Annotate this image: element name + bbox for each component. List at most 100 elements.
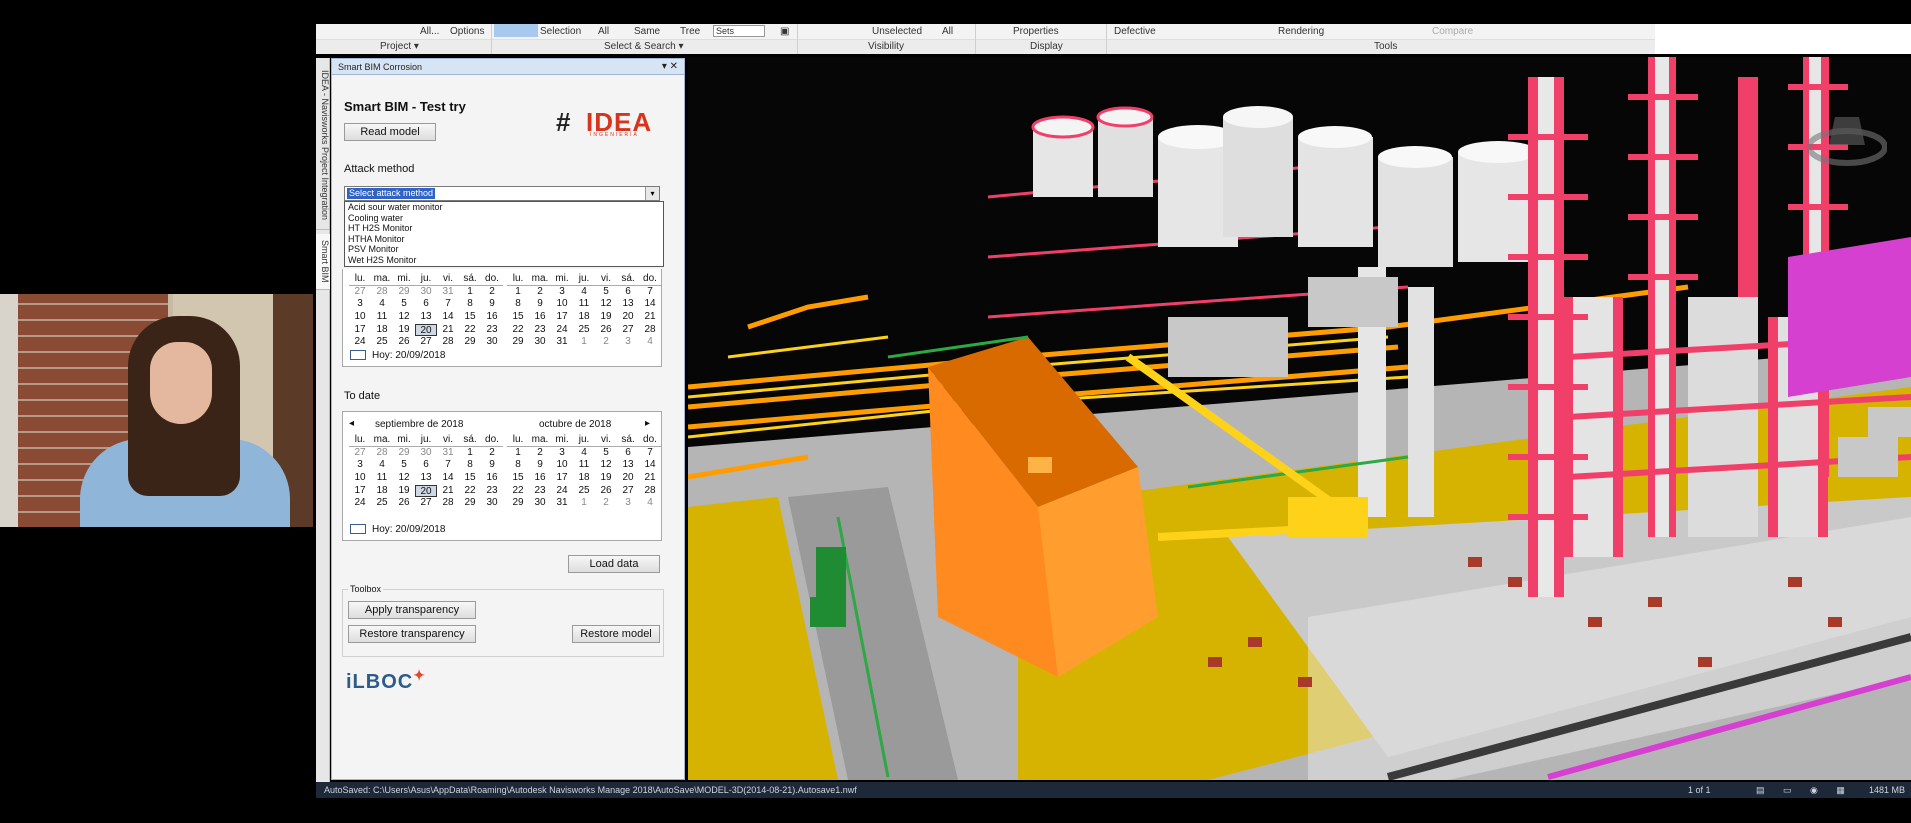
calendar-day[interactable]: 29 xyxy=(507,336,529,349)
calendar-day[interactable]: 2 xyxy=(481,447,503,460)
calendar-day[interactable]: 18 xyxy=(371,324,393,337)
calendar-day[interactable]: 11 xyxy=(371,472,393,485)
calendar-day[interactable]: 9 xyxy=(481,298,503,311)
ribbon-selection-button[interactable]: Selection xyxy=(540,26,581,37)
ribbon-rendering-button[interactable]: Rendering xyxy=(1278,26,1324,37)
calendar-day[interactable]: 16 xyxy=(481,311,503,324)
viewcube-icon[interactable] xyxy=(1807,97,1887,177)
load-data-button[interactable]: Load data xyxy=(568,555,660,573)
calendar-day[interactable]: 12 xyxy=(393,472,415,485)
calendar-day[interactable]: 1 xyxy=(573,336,595,349)
calendar-day[interactable]: 23 xyxy=(481,485,503,498)
panel-window-controls[interactable]: ▾ ✕ xyxy=(662,61,678,72)
tab-smart-bim[interactable]: Smart BIM xyxy=(316,234,330,290)
calendar-day[interactable]: 19 xyxy=(595,472,617,485)
calendar-day[interactable]: 24 xyxy=(551,485,573,498)
from-date-calendar[interactable]: lu. ma. mi. ju. vi. sá. do. 27 28 29 30 31 1 2 3 4 5 6 7 8 9… xyxy=(342,269,662,367)
calendar-day[interactable]: 11 xyxy=(371,311,393,324)
calendar-day[interactable]: 21 xyxy=(437,324,459,337)
attack-option[interactable]: PSV Monitor xyxy=(345,244,663,255)
calendar-day[interactable]: 1 xyxy=(459,447,481,460)
calendar-day[interactable]: 4 xyxy=(573,286,595,299)
calendar-day[interactable]: 26 xyxy=(595,324,617,337)
calendar-day[interactable]: 16 xyxy=(529,311,551,324)
read-model-button[interactable]: Read model xyxy=(344,123,436,141)
calendar-day[interactable]: 17 xyxy=(551,472,573,485)
calendar-day[interactable]: 29 xyxy=(393,286,415,299)
attack-option[interactable]: Wet H2S Monitor xyxy=(345,255,663,266)
calendar-day[interactable]: 11 xyxy=(573,298,595,311)
from-calendar-today[interactable]: Hoy: 20/09/2018 xyxy=(350,350,445,361)
calendar-day[interactable]: 20 xyxy=(415,484,437,498)
calendar-day[interactable]: 23 xyxy=(481,324,503,337)
calendar-day[interactable]: 30 xyxy=(481,336,503,349)
calendar-day[interactable]: 30 xyxy=(415,286,437,299)
calendar-day[interactable]: 16 xyxy=(529,472,551,485)
calendar-day[interactable]: 12 xyxy=(595,459,617,472)
calendar-day[interactable]: 24 xyxy=(349,497,371,510)
attack-option[interactable]: Cooling water xyxy=(345,213,663,224)
calendar-day[interactable]: 19 xyxy=(393,324,415,337)
calendar-day[interactable]: 22 xyxy=(507,324,529,337)
calendar-day[interactable]: 20 xyxy=(415,323,437,337)
calendar-day[interactable]: 13 xyxy=(415,472,437,485)
calendar-day[interactable]: 4 xyxy=(371,459,393,472)
select-button[interactable] xyxy=(494,24,538,37)
calendar-day[interactable]: 23 xyxy=(529,324,551,337)
calendar-day[interactable]: 7 xyxy=(639,447,661,460)
ribbon-options-button[interactable]: Options xyxy=(450,26,484,37)
attack-option[interactable]: HT H2S Monitor xyxy=(345,223,663,234)
calendar-day[interactable]: 5 xyxy=(393,298,415,311)
calendar-day[interactable]: 3 xyxy=(349,298,371,311)
calendar-day[interactable]: 14 xyxy=(639,298,661,311)
calendar-day[interactable]: 8 xyxy=(507,459,529,472)
calendar-day[interactable]: 19 xyxy=(393,485,415,498)
calendar-day[interactable]: 27 xyxy=(349,286,371,299)
ribbon-icon-button[interactable]: ▣ xyxy=(780,26,789,37)
calendar-day[interactable]: 3 xyxy=(551,447,573,460)
attack-method-select[interactable]: Select attack method ▾ xyxy=(344,186,660,201)
calendar-day[interactable]: 4 xyxy=(639,336,661,349)
status-tool-icons[interactable]: ▤ ▭ ◉ ▦ xyxy=(1756,785,1853,796)
calendar-day[interactable]: 5 xyxy=(595,447,617,460)
calendar-day[interactable]: 13 xyxy=(415,311,437,324)
calendar-day[interactable]: 25 xyxy=(371,336,393,349)
calendar-day[interactable]: 5 xyxy=(595,286,617,299)
calendar-day[interactable]: 30 xyxy=(529,497,551,510)
calendar-day[interactable]: 28 xyxy=(371,447,393,460)
calendar-day[interactable]: 15 xyxy=(507,472,529,485)
ribbon-compare-button[interactable]: Compare xyxy=(1432,26,1473,37)
restore-transparency-button[interactable]: Restore transparency xyxy=(348,625,476,643)
calendar-day[interactable]: 29 xyxy=(507,497,529,510)
calendar-day[interactable]: 27 xyxy=(415,497,437,510)
calendar-day[interactable]: 27 xyxy=(349,447,371,460)
calendar-day[interactable]: 3 xyxy=(551,286,573,299)
calendar-day[interactable]: 14 xyxy=(437,311,459,324)
calendar-day[interactable]: 7 xyxy=(639,286,661,299)
calendar-day[interactable]: 21 xyxy=(639,311,661,324)
calendar-day[interactable]: 6 xyxy=(415,459,437,472)
group-project[interactable]: Project ▾ xyxy=(380,41,419,52)
calendar-day[interactable]: 21 xyxy=(437,485,459,498)
calendar-day[interactable]: 25 xyxy=(573,485,595,498)
calendar-day[interactable]: 31 xyxy=(437,447,459,460)
calendar-day[interactable]: 2 xyxy=(595,497,617,510)
calendar-day[interactable]: 15 xyxy=(459,311,481,324)
ribbon-unselected-button[interactable]: Unselected xyxy=(872,26,922,37)
calendar-day[interactable]: 2 xyxy=(529,286,551,299)
calendar-day[interactable]: 3 xyxy=(617,336,639,349)
calendar-day[interactable]: 17 xyxy=(551,311,573,324)
calendar-day[interactable]: 6 xyxy=(415,298,437,311)
calendar-day[interactable]: 4 xyxy=(573,447,595,460)
calendar-day[interactable]: 28 xyxy=(639,324,661,337)
calendar-day[interactable]: 1 xyxy=(507,447,529,460)
calendar-day[interactable]: 24 xyxy=(349,336,371,349)
calendar-day[interactable]: 23 xyxy=(529,485,551,498)
ribbon-tree-button[interactable]: Tree xyxy=(680,26,700,37)
restore-model-button[interactable]: Restore model xyxy=(572,625,660,643)
calendar-day[interactable]: 2 xyxy=(595,336,617,349)
calendar-day[interactable]: 5 xyxy=(393,459,415,472)
calendar-day[interactable]: 17 xyxy=(349,324,371,337)
calendar-day[interactable]: 18 xyxy=(371,485,393,498)
calendar-day[interactable]: 26 xyxy=(595,485,617,498)
